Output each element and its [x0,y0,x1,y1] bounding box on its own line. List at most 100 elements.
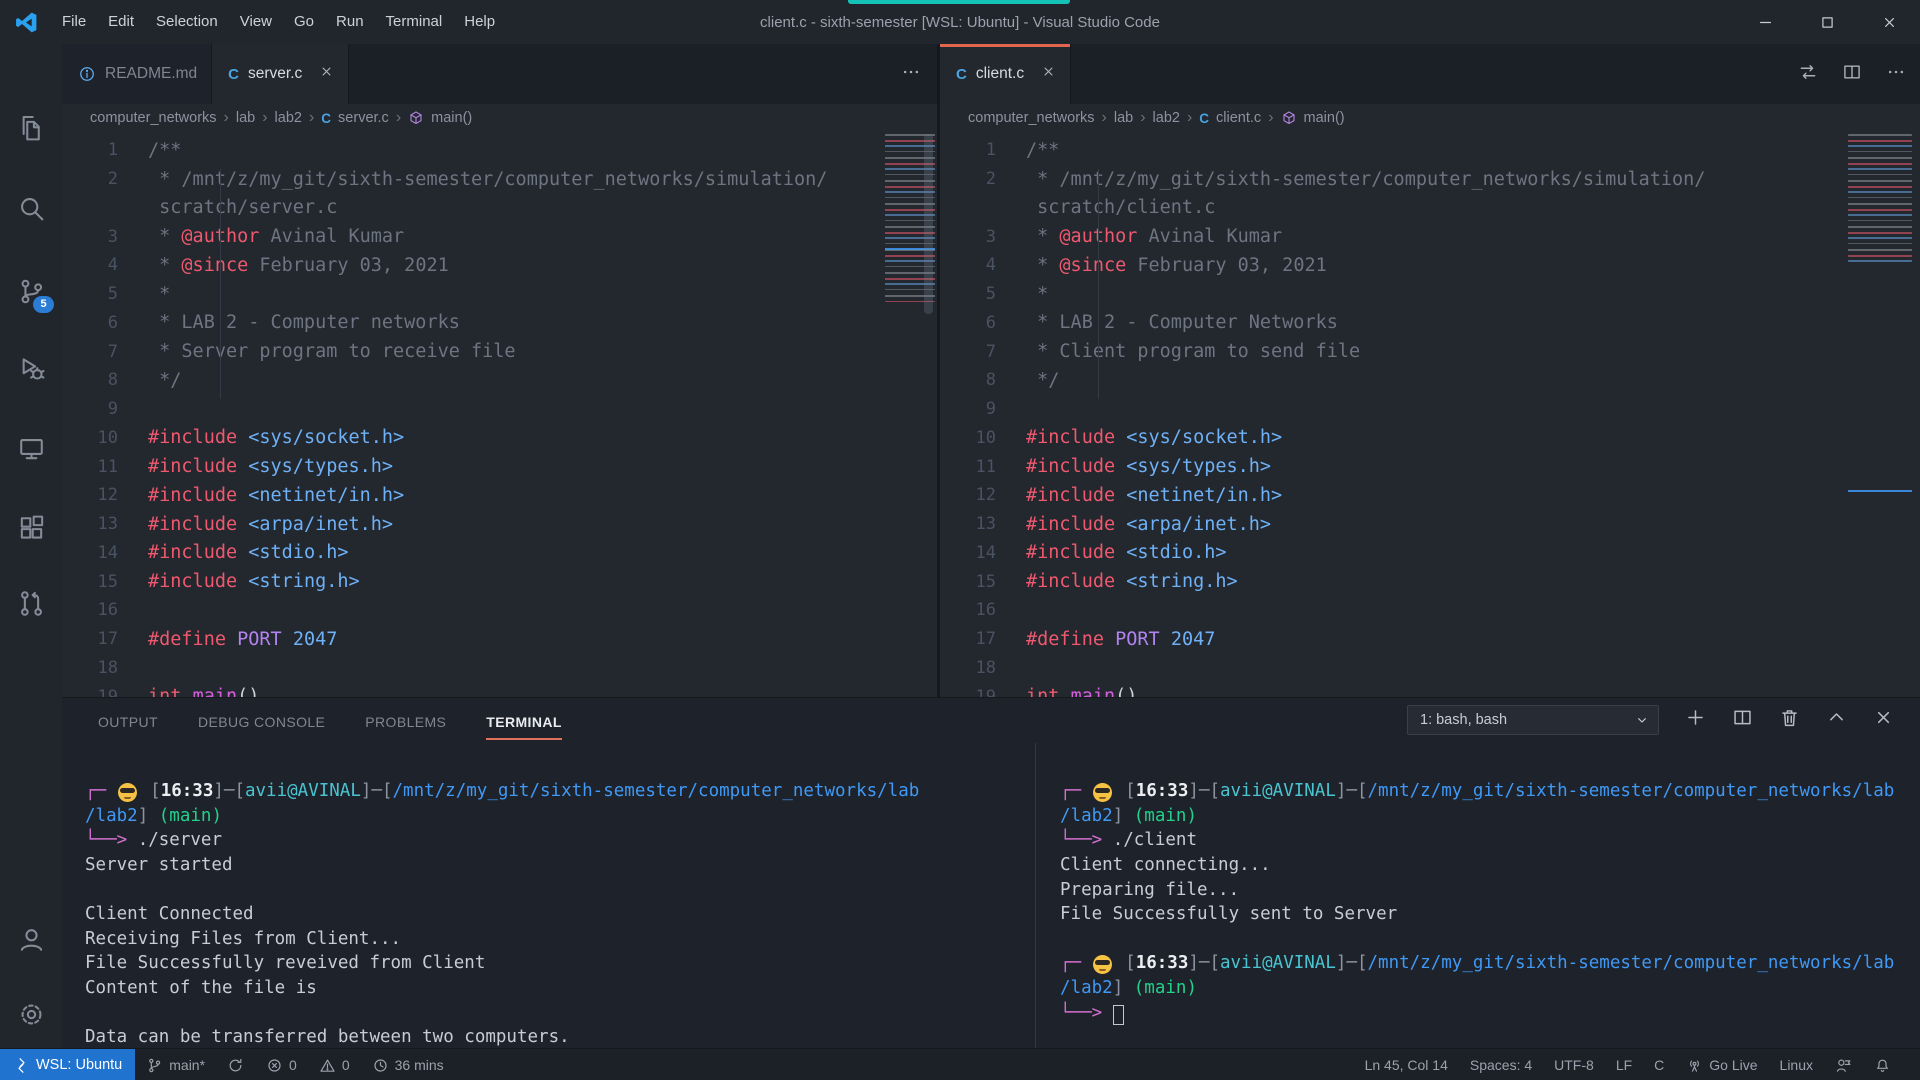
status-warnings[interactable]: 0 [308,1049,361,1080]
breadcrumb-folder[interactable]: computer_networks [968,110,1095,126]
status-go-live[interactable]: Go Live [1675,1049,1768,1080]
status-language-mode[interactable]: C [1643,1049,1675,1080]
activity-search[interactable] [0,188,62,228]
terminal-line: Preparing file... [1060,877,1918,902]
split-terminal-button[interactable] [1732,707,1753,733]
close-icon [1881,14,1898,31]
editor-server.c[interactable]: 1/**2 * /mnt/z/my_git/sixth-semester/com… [62,132,937,697]
status-indentation[interactable]: Spaces: 4 [1459,1049,1543,1080]
tab-client.c[interactable]: Cclient.c [940,44,1071,104]
menu-file[interactable]: File [51,0,97,44]
terminal-select[interactable]: 1: bash, bash [1407,705,1659,735]
code-line: 19int main() [940,682,1920,697]
terminal-line: ┌─ [16:33]─[avii@AVINAL]─[/mnt/z/my_git/… [85,779,1033,804]
close-button[interactable] [1858,0,1920,44]
c-file-icon: C [321,111,331,126]
activity-remote-explorer[interactable] [0,428,62,468]
split-editor-button[interactable] [1842,62,1862,87]
more-actions-button[interactable] [1886,62,1906,87]
line-number: 11 [62,457,118,477]
menu-help[interactable]: Help [453,0,506,44]
code-text: #include <sys/socket.h> [148,427,404,448]
breadcrumb-file[interactable]: server.c [338,110,389,126]
panel-tab-debug-console[interactable]: DEBUG CONSOLE [198,702,325,740]
code-text: * /mnt/z/my_git/sixth-semester/computer_… [148,169,827,190]
code-line: 19int main() [62,682,937,697]
status-remote-indicator[interactable]: WSL: Ubuntu [0,1049,135,1080]
breadcrumb-symbol[interactable]: main() [431,110,472,126]
breadcrumb-folder[interactable]: lab2 [1153,110,1180,126]
activity-extensions[interactable] [0,508,62,548]
breadcrumb-folder[interactable]: computer_networks [90,110,217,126]
line-number: 19 [62,687,118,697]
line-number: 13 [940,514,996,534]
terminal-line [85,877,1033,902]
tab-server.c[interactable]: Cserver.c [212,44,349,104]
kill-terminal-button[interactable] [1779,707,1800,733]
vscode-window: FileEditSelectionViewGoRunTerminalHelp c… [0,0,1920,1080]
sunglasses-emoji-icon [118,783,137,802]
title-bar: FileEditSelectionViewGoRunTerminalHelp [0,0,1920,44]
status-os[interactable]: Linux [1769,1049,1824,1080]
close-panel-button[interactable] [1873,707,1894,733]
c-file-icon: C [956,66,967,83]
menu-view[interactable]: View [229,0,283,44]
status-session-time[interactable]: 36 mins [361,1049,455,1080]
menu-bar: FileEditSelectionViewGoRunTerminalHelp [51,0,506,44]
menu-selection[interactable]: Selection [145,0,229,44]
code-text: */ [1026,370,1059,391]
code-text: int main() [1026,686,1137,697]
more-actions-button[interactable] [901,62,921,87]
maximize-panel-button[interactable] [1826,707,1847,733]
activity-explorer[interactable] [0,108,62,148]
menu-edit[interactable]: Edit [97,0,145,44]
breadcrumb-separator: › [1140,109,1145,127]
terminal-left[interactable]: ┌─ [16:33]─[avii@AVINAL]─[/mnt/z/my_git/… [85,779,1033,1050]
minimap[interactable] [1848,134,1912,262]
breadcrumb-folder[interactable]: lab2 [275,110,302,126]
status-notifications[interactable] [1863,1049,1902,1080]
menu-go[interactable]: Go [283,0,325,44]
status-label: Spaces: 4 [1470,1057,1532,1073]
activity-settings[interactable] [0,994,62,1034]
panel-tab-problems[interactable]: PROBLEMS [365,702,446,740]
scrollbar[interactable] [924,134,933,314]
status-feedback[interactable] [1824,1049,1863,1080]
line-number: 2 [940,169,996,189]
activity-pull-requests[interactable] [0,583,62,623]
status-errors[interactable]: 0 [255,1049,308,1080]
status-cursor-position[interactable]: Ln 45, Col 14 [1354,1049,1459,1080]
open-changes-button[interactable] [1798,62,1818,87]
status-eol[interactable]: LF [1605,1049,1643,1080]
activity-source-control[interactable]: 5 [0,271,62,311]
terminal-line: Data can be transferred between two comp… [85,1025,1033,1050]
terminal-line: File Successfully reveived from Client [85,951,1033,976]
terminal-right[interactable]: ┌─ [16:33]─[avii@AVINAL]─[/mnt/z/my_git/… [1060,779,1918,1025]
line-number: 1 [62,140,118,160]
activity-run-and-debug[interactable] [0,348,62,388]
editor-client.c[interactable]: 1/**2 * /mnt/z/my_git/sixth-semester/com… [940,132,1920,697]
terminal-split-divider[interactable] [1035,743,1036,1049]
line-number: 8 [940,370,996,390]
menu-terminal[interactable]: Terminal [375,0,454,44]
breadcrumb-symbol[interactable]: main() [1304,110,1345,126]
line-number: 6 [62,313,118,333]
status-git-branch[interactable]: main* [135,1049,216,1080]
code-text: #include <netinet/in.h> [1026,485,1282,506]
menu-run[interactable]: Run [325,0,375,44]
status-encoding[interactable]: UTF-8 [1543,1049,1605,1080]
minimize-button[interactable] [1734,0,1796,44]
tab-README.md[interactable]: README.md [62,44,212,104]
panel-tab-output[interactable]: OUTPUT [98,702,158,740]
maximize-button[interactable] [1796,0,1858,44]
close-tab-icon[interactable] [1041,64,1056,84]
panel-tab-terminal[interactable]: TERMINAL [486,702,562,740]
close-tab-icon[interactable] [319,64,334,84]
breadcrumb-folder[interactable]: lab [1114,110,1133,126]
new-terminal-button[interactable] [1685,707,1706,733]
status-label: UTF-8 [1554,1057,1594,1073]
status-sync[interactable] [216,1049,255,1080]
breadcrumb-folder[interactable]: lab [236,110,255,126]
breadcrumb-file[interactable]: client.c [1216,110,1261,126]
activity-account[interactable] [0,919,62,959]
